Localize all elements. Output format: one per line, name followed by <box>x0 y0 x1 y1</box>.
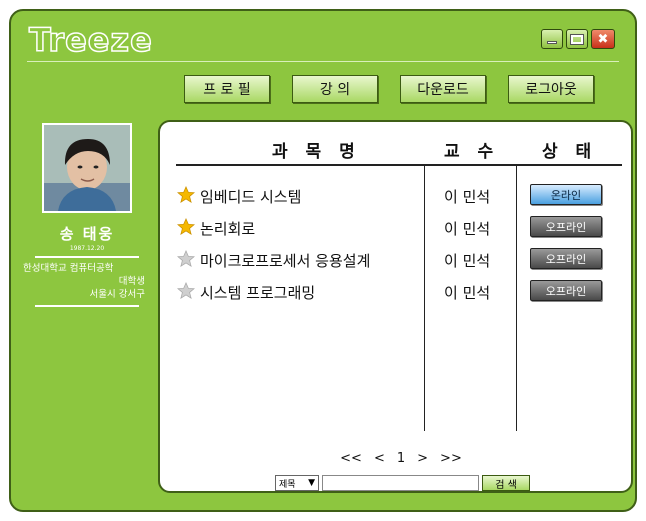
pager-first[interactable]: << <box>340 451 362 466</box>
profile-divider-bottom <box>35 305 139 307</box>
main-nav: 프 로 필 강 의 다운로드 로그아웃 <box>184 75 594 103</box>
pager-prev[interactable]: < <box>374 451 385 466</box>
profile-divider-top <box>35 256 139 258</box>
profile-photo <box>42 123 132 213</box>
header-status: 상 태 <box>542 142 598 162</box>
header-professor: 교 수 <box>444 142 500 162</box>
pagination: << < 1 > >> <box>326 451 476 466</box>
profile-status: 대학생 <box>118 276 145 287</box>
course-status-button[interactable]: 오프라인 <box>530 280 602 301</box>
favorite-star-icon[interactable] <box>177 282 195 300</box>
profile-info: 한성대학교 컴퓨터공학 대학생 서울시 강서구 <box>23 262 145 301</box>
header-divider <box>27 61 619 62</box>
pager-next[interactable]: > <box>417 451 428 466</box>
pager-page-1[interactable]: 1 <box>397 451 405 466</box>
course-professor: 이 민석 <box>444 220 491 238</box>
favorite-star-icon[interactable] <box>177 218 195 236</box>
course-panel: 과 목 명 교 수 상 태 임베디드 시스템 이 민석 온라인 논리회로 이 민석 오프라… <box>158 120 633 493</box>
app-logo: Treeze <box>28 20 153 60</box>
table-row[interactable]: 시스템 프로그래밍 이 민석 오프라인 <box>176 280 622 304</box>
course-subject[interactable]: 임베디드 시스템 <box>200 186 301 207</box>
profile-birthdate: 1987.12.20 <box>69 245 105 252</box>
profile-location: 서울시 강서구 <box>89 289 145 300</box>
avatar-illustration <box>44 125 130 211</box>
search-bar: 제목 ▼ 검 색 <box>275 475 530 491</box>
table-header: 과 목 명 교 수 상 태 <box>176 134 622 166</box>
search-button[interactable]: 검 색 <box>482 475 530 491</box>
table-row[interactable]: 마이크로프로세서 응용설계 이 민석 오프라인 <box>176 248 622 272</box>
close-icon: ✖ <box>597 31 609 47</box>
minimize-icon <box>547 41 557 44</box>
course-status-button[interactable]: 오프라인 <box>530 248 602 269</box>
maximize-button[interactable] <box>566 29 588 49</box>
search-input[interactable] <box>322 475 479 491</box>
nav-lecture-button[interactable]: 강 의 <box>292 75 378 103</box>
nav-profile-button[interactable]: 프 로 필 <box>184 75 270 103</box>
course-professor: 이 민석 <box>444 188 491 206</box>
course-subject[interactable]: 마이크로프로세서 응용설계 <box>200 250 370 271</box>
course-professor: 이 민석 <box>444 284 491 302</box>
nav-download-button[interactable]: 다운로드 <box>400 75 486 103</box>
course-subject[interactable]: 논리회로 <box>200 218 255 239</box>
profile-name: 송 태웅 <box>59 225 115 243</box>
course-subject[interactable]: 시스템 프로그래밍 <box>200 282 315 303</box>
nav-logout-button[interactable]: 로그아웃 <box>508 75 594 103</box>
profile-card: 송 태웅 1987.12.20 한성대학교 컴퓨터공학 대학생 서울시 강서구 <box>23 123 145 311</box>
maximize-icon <box>570 33 584 45</box>
search-field-label: 제목 <box>279 479 296 490</box>
search-field-select[interactable]: 제목 ▼ <box>275 475 319 491</box>
close-button[interactable]: ✖ <box>591 29 615 49</box>
course-professor: 이 민석 <box>444 252 491 270</box>
favorite-star-icon[interactable] <box>177 250 195 268</box>
profile-school: 한성대학교 컴퓨터공학 <box>23 263 114 274</box>
chevron-down-icon: ▼ <box>308 478 315 488</box>
pager-last[interactable]: >> <box>440 451 462 466</box>
course-status-button[interactable]: 온라인 <box>530 184 602 205</box>
favorite-star-icon[interactable] <box>177 186 195 204</box>
minimize-button[interactable] <box>541 29 563 49</box>
header-subject: 과 목 명 <box>272 142 361 162</box>
table-row[interactable]: 논리회로 이 민석 오프라인 <box>176 216 622 240</box>
table-row[interactable]: 임베디드 시스템 이 민석 온라인 <box>176 184 622 208</box>
app-window: Treeze ✖ 프 로 필 강 의 다운로드 로그아웃 송 태웅 1987.1… <box>9 9 637 512</box>
window-controls: ✖ <box>541 29 615 49</box>
course-status-button[interactable]: 오프라인 <box>530 216 602 237</box>
